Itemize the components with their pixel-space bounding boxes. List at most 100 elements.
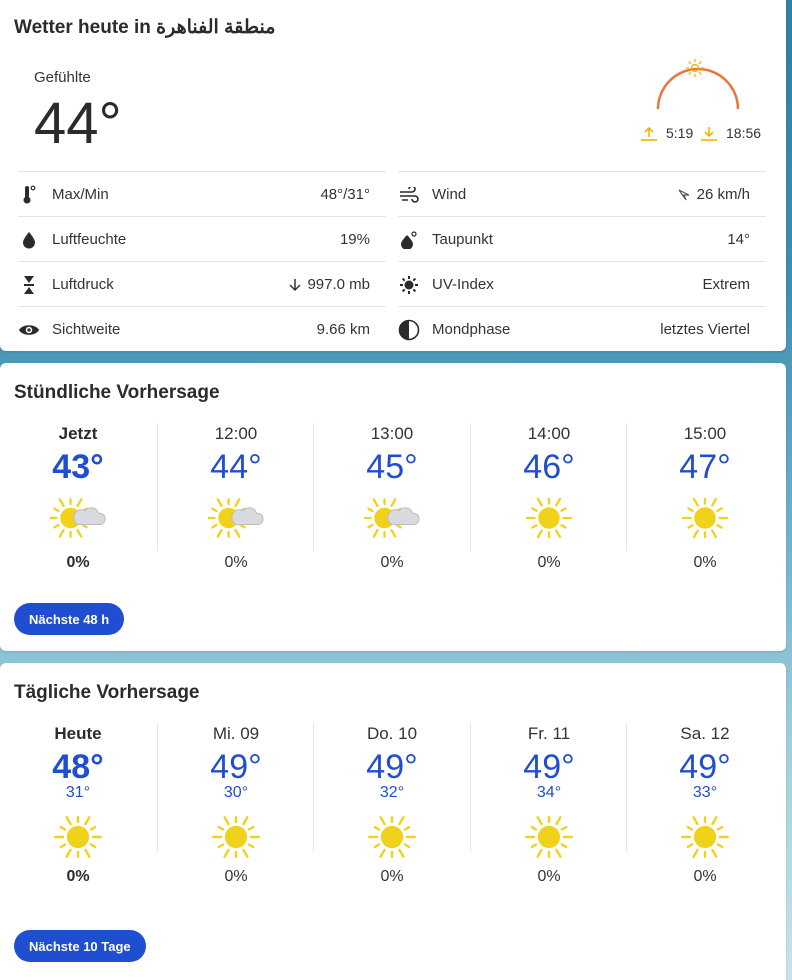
pressure-icon	[18, 274, 40, 296]
detail-humidity: Luftfeuchte 19%	[18, 216, 386, 262]
detail-value: 19%	[339, 231, 370, 248]
hour-item[interactable]: 13:00 45° 0%	[313, 423, 470, 571]
sun-icon	[54, 815, 102, 859]
sunrise-arrow-icon	[641, 126, 657, 141]
day-item[interactable]: Do. 10 49° 32° 0%	[313, 723, 470, 885]
sun-arc-icon	[656, 59, 740, 110]
precip-chance: 0%	[537, 554, 561, 571]
daily-forecast-list: Heute 48° 31° 0% Mi. 09 49° 30° 0% Do. 10 49° 32° 0…	[0, 723, 786, 898]
detail-value: 9.66 km	[316, 321, 370, 338]
detail-uv-index: UV-Index Extrem	[398, 261, 766, 307]
detail-label: Mondphase	[432, 321, 511, 338]
detail-label: Luftfeuchte	[52, 231, 127, 248]
detail-label: Max/Min	[52, 186, 109, 203]
high-temp: 49°	[679, 748, 731, 786]
eye-icon	[18, 319, 40, 341]
low-temp: 34°	[536, 784, 562, 801]
today-card: Wetter heute in منطقة الفناهرة Gefühlte …	[0, 0, 786, 351]
detail-value: 48°/31°	[320, 186, 370, 203]
partly-cloudy-sun-icon	[208, 498, 264, 538]
moon-phase-icon	[398, 319, 420, 341]
precip-chance: 0%	[537, 868, 561, 885]
detail-wind: Wind 26 km/h	[398, 171, 766, 217]
detail-moon-phase: Mondphase letztes Viertel	[398, 306, 766, 352]
hour-label: 13:00	[370, 424, 414, 443]
sunset-arrow-icon	[701, 127, 717, 141]
detail-label: Taupunkt	[432, 231, 493, 248]
detail-dewpoint: Taupunkt 14°	[398, 216, 766, 262]
day-item[interactable]: Sa. 12 49° 33° 0%	[626, 723, 783, 885]
low-temp: 30°	[223, 784, 249, 801]
precip-chance: 0%	[66, 554, 90, 571]
temperature: 47°	[679, 448, 731, 486]
detail-value: 997.0 mb	[289, 276, 386, 293]
detail-value: 14°	[727, 231, 750, 248]
temperature: 45°	[366, 448, 418, 486]
detail-pressure: Luftdruck 997.0 mb	[18, 261, 386, 307]
precip-chance: 0%	[380, 868, 404, 885]
sunrise: 5:19	[640, 124, 693, 142]
detail-visibility: Sichtweite 9.66 km	[18, 306, 386, 352]
detail-label: Sichtweite	[52, 321, 121, 338]
hour-item[interactable]: 12:00 44° 0%	[157, 423, 314, 571]
pressure-value: 997.0 mb	[307, 276, 370, 293]
day-label: Do. 10	[366, 724, 418, 743]
hour-item[interactable]: Jetzt 43° 0%	[0, 423, 156, 571]
precip-chance: 0%	[224, 554, 248, 571]
next-10-days-button[interactable]: Nächste 10 Tage	[14, 930, 146, 962]
low-temp: 33°	[692, 784, 718, 801]
temperature: 46°	[523, 448, 575, 486]
hour-label: 15:00	[683, 424, 727, 443]
day-label: Heute	[54, 724, 102, 743]
day-item[interactable]: Mi. 09 49° 30° 0%	[157, 723, 314, 885]
low-temp: 31°	[65, 784, 91, 801]
wind-icon	[398, 184, 420, 206]
detail-max-min: Max/Min 48°/31°	[18, 171, 386, 217]
precip-chance: 0%	[693, 554, 717, 571]
daily-title: Tägliche Vorhersage	[14, 682, 200, 703]
detail-label: UV-Index	[432, 276, 494, 293]
uv-sun-icon	[398, 274, 420, 296]
detail-value: Extrem	[702, 276, 750, 293]
page-title: Wetter heute in منطقة الفناهرة	[14, 17, 276, 38]
wind-direction-arrow-icon	[678, 188, 689, 200]
precip-chance: 0%	[224, 868, 248, 885]
sun-icon	[681, 815, 729, 859]
day-item[interactable]: Heute 48° 31° 0%	[0, 723, 156, 885]
hour-label: Jetzt	[58, 424, 98, 443]
high-temp: 49°	[210, 748, 262, 786]
day-item[interactable]: Fr. 11 49° 34° 0%	[470, 723, 627, 885]
sun-icon	[212, 815, 260, 859]
day-label: Sa. 12	[680, 724, 730, 743]
hour-label: 12:00	[214, 424, 258, 443]
next-48h-button[interactable]: Nächste 48 h	[14, 603, 125, 635]
detail-label: Luftdruck	[52, 276, 114, 293]
sun-icon	[525, 497, 573, 539]
sunset: 18:56	[700, 124, 761, 142]
day-label: Mi. 09	[212, 724, 260, 743]
feels-like-label: Gefühlte	[34, 69, 91, 86]
pressure-down-arrow-icon	[289, 278, 301, 291]
detail-label: Wind	[432, 186, 467, 203]
hour-label: 14:00	[527, 424, 571, 443]
feels-like-value: 44°	[34, 91, 122, 156]
humidity-drop-icon	[18, 229, 40, 251]
hourly-forecast-card: Stündliche Vorhersage Jetzt 43° 0% 12:00 44°…	[0, 363, 786, 651]
precip-chance: 0%	[66, 868, 90, 885]
temperature: 44°	[210, 448, 262, 486]
wind-value: 26 km/h	[696, 186, 750, 203]
hour-item[interactable]: 15:00 47° 0%	[626, 423, 783, 571]
hourly-title: Stündliche Vorhersage	[14, 382, 220, 403]
partly-cloudy-sun-icon	[50, 498, 106, 538]
low-temp: 32°	[379, 784, 405, 801]
dewpoint-icon	[398, 229, 420, 251]
detail-value: letztes Viertel	[660, 321, 750, 338]
sun-icon	[525, 815, 573, 859]
hour-item[interactable]: 14:00 46° 0%	[470, 423, 627, 571]
sunset-time: 18:56	[726, 125, 762, 141]
high-temp: 48°	[52, 748, 104, 786]
temperature: 43°	[52, 448, 104, 486]
precip-chance: 0%	[693, 868, 717, 885]
hourly-forecast-list: Jetzt 43° 0% 12:00 44° 0% 13:00 45° 0% 14:00 46° 0%…	[0, 423, 786, 598]
high-temp: 49°	[523, 748, 575, 786]
